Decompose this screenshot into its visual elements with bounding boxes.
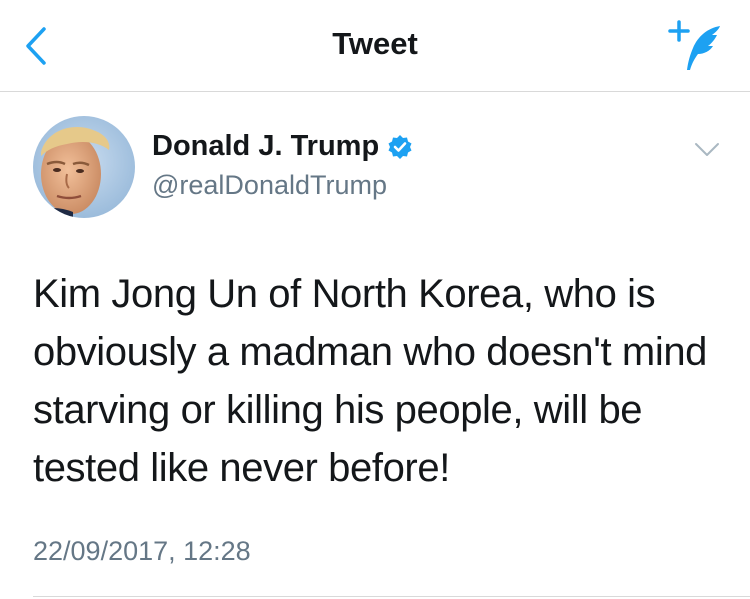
tweet-menu-button[interactable] bbox=[690, 134, 724, 164]
avatar[interactable] bbox=[33, 116, 135, 218]
tweet-text: Kim Jong Un of North Korea, who is obvio… bbox=[33, 272, 708, 490]
compose-tweet-button[interactable] bbox=[668, 18, 726, 76]
verified-badge-icon bbox=[388, 134, 412, 159]
chevron-down-icon bbox=[695, 143, 719, 156]
profile-photo bbox=[33, 116, 135, 218]
author-handle[interactable]: @realDonaldTrump bbox=[152, 170, 387, 201]
page-title: Tweet bbox=[332, 26, 418, 61]
tweet-timestamp: 22/09/2017, 12:28 bbox=[33, 536, 251, 566]
navigation-bar: Tweet bbox=[0, 0, 750, 92]
author-name-text: Donald J. Trump bbox=[152, 130, 380, 162]
compose-tweet-icon bbox=[668, 20, 720, 70]
divider bbox=[33, 596, 750, 597]
author-display-name[interactable]: Donald J. Trump bbox=[152, 130, 413, 163]
tweet-detail-screen: Tweet Donald J. Trump @realDonaldTrump K… bbox=[0, 0, 750, 599]
